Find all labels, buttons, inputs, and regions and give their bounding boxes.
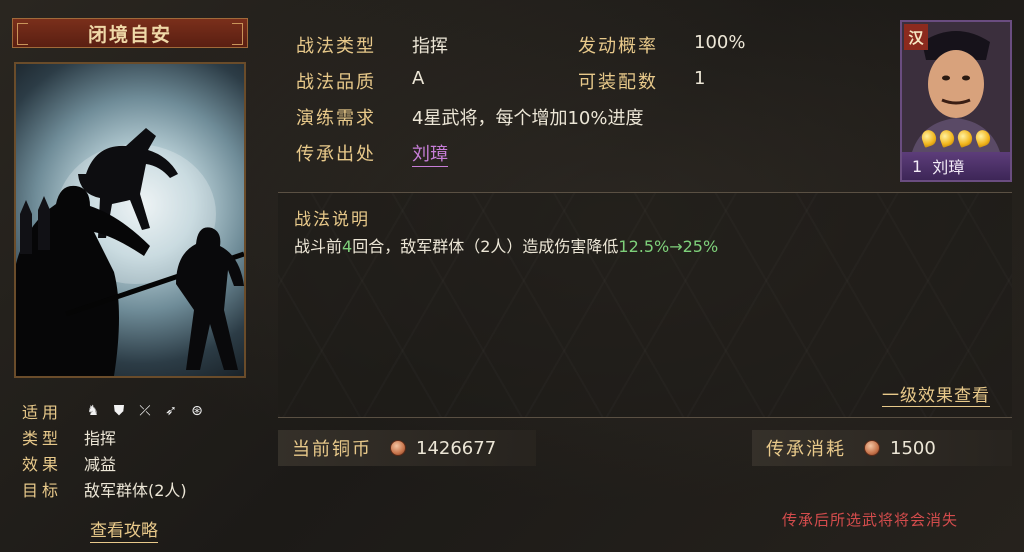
- star-icon: [955, 128, 975, 148]
- copper-coin-icon: [864, 440, 880, 456]
- current-copper-label: 当前铜币: [292, 439, 372, 460]
- star-icon: [973, 128, 993, 148]
- inherit-cost-label: 传承消耗: [766, 439, 846, 460]
- type-row: 类型 指挥: [22, 424, 252, 450]
- inherit-warning-text: 传承后所选武将将会消失: [782, 511, 959, 529]
- cavalry-icon: ♞: [86, 403, 100, 419]
- inherit-cost-bar: 传承消耗 1500: [752, 430, 1012, 466]
- applicable-icons: ♞ ⛊ ⤫ ➶ ⊛: [84, 402, 206, 420]
- description-value-range: 12.5%→25%: [618, 237, 719, 256]
- wheel-icon: ⊛: [191, 403, 203, 419]
- inherit-cost-value: 1500: [890, 437, 936, 459]
- target-label: 目标: [22, 481, 63, 500]
- general-name-bar: 1 刘璋: [902, 152, 1010, 180]
- training-value: 4星武将，每个增加10%进度: [412, 108, 644, 129]
- general-name: 刘璋: [932, 158, 965, 177]
- star-icon: [937, 128, 957, 148]
- tactic-meta: 适用 ♞ ⛊ ⤫ ➶ ⊛ 类型 指挥 效果 减益 目标 敌军群体(2人): [22, 398, 252, 502]
- general-level: 1: [912, 156, 923, 176]
- star-icon: [919, 128, 939, 148]
- trigger-rate-value: 100%: [694, 32, 746, 53]
- shield-icon: ⛊: [113, 403, 125, 419]
- tactic-description-panel: 战法说明 战斗前4回合，敌军群体（2人）造成伤害降低12.5%→25% 一级效果…: [278, 192, 1012, 418]
- tactic-type-label: 战法类型: [296, 36, 376, 57]
- description-title: 战法说明: [294, 210, 370, 230]
- trigger-rate-row: 发动概率 100%: [578, 32, 745, 58]
- effect-row: 效果 减益: [22, 450, 252, 476]
- tactic-type-value: 指挥: [412, 36, 448, 57]
- effect-label: 效果: [22, 455, 63, 474]
- copper-coin-icon: [390, 440, 406, 456]
- quality-value: A: [412, 68, 425, 89]
- inherit-source-row: 传承出处 刘璋: [296, 140, 448, 167]
- description-rounds: 4: [342, 237, 353, 256]
- equip-count-row: 可装配数 1: [578, 68, 705, 94]
- quality-row: 战法品质 A: [296, 68, 424, 94]
- star-rating: [919, 128, 993, 148]
- level1-effect-link[interactable]: 一级效果查看: [882, 381, 990, 407]
- battle-silhouette-illustration: [16, 128, 244, 376]
- view-guide-link[interactable]: 查看攻略: [90, 516, 158, 543]
- current-copper-value: 1426677: [416, 437, 497, 459]
- current-copper-bar: 当前铜币 1426677: [278, 430, 536, 466]
- tactic-artwork: [14, 62, 246, 378]
- inherit-source-label: 传承出处: [296, 144, 376, 165]
- description-part1: 战斗前: [294, 237, 343, 256]
- training-label: 演练需求: [296, 108, 376, 129]
- bow-icon: ⤫: [139, 403, 151, 419]
- tactic-card-panel: 闭境自安 适用 ♞ ⛊ ⤫ ➶ ⊛ 类型 指挥 效果 减益 目标 敌军群体(2人…: [0, 0, 262, 552]
- target-row: 目标 敌军群体(2人): [22, 476, 252, 502]
- inherit-source-link[interactable]: 刘璋: [412, 140, 448, 167]
- applicable-row: 适用 ♞ ⛊ ⤫ ➶ ⊛: [22, 398, 252, 424]
- faction-badge: 汉: [904, 24, 928, 50]
- spear-icon: ➶: [165, 403, 177, 419]
- trigger-rate-label: 发动概率: [578, 36, 658, 57]
- applicable-label: 适用: [22, 403, 63, 422]
- tactic-title-banner: 闭境自安: [12, 18, 248, 48]
- description-text: 战斗前4回合，敌军群体（2人）造成伤害降低12.5%→25%: [294, 233, 718, 257]
- tactic-name: 闭境自安: [87, 23, 172, 46]
- type-label: 类型: [22, 429, 63, 448]
- equip-count-value: 1: [694, 68, 706, 89]
- training-row: 演练需求 4星武将，每个增加10%进度: [296, 104, 643, 130]
- equip-count-label: 可装配数: [578, 72, 658, 93]
- description-part2: 回合，敌军群体（2人）造成伤害降低: [352, 237, 619, 256]
- target-value: 敌军群体(2人): [84, 481, 187, 500]
- tactic-type-row: 战法类型 指挥: [296, 32, 448, 58]
- quality-label: 战法品质: [296, 72, 376, 93]
- type-value: 指挥: [84, 429, 117, 448]
- general-portrait-card[interactable]: 汉 1 刘璋: [900, 20, 1012, 182]
- effect-value: 减益: [84, 455, 117, 474]
